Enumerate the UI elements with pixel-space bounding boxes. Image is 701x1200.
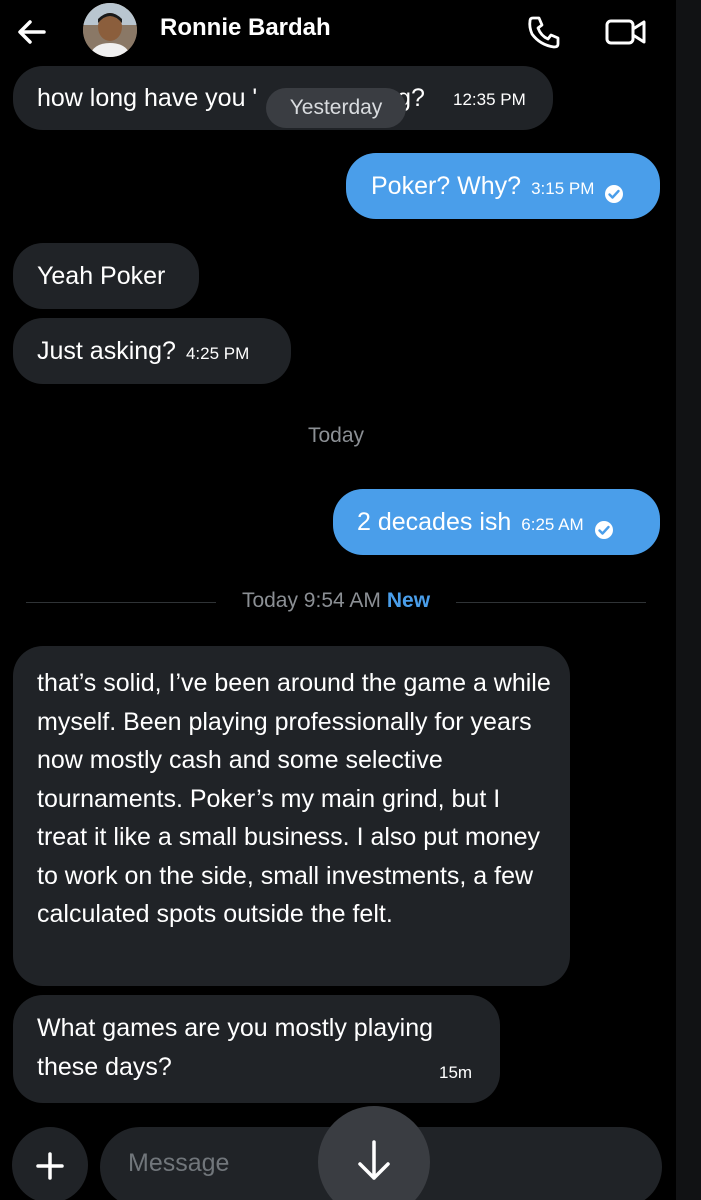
message-text: Just asking? bbox=[37, 337, 176, 365]
message-bubble-incoming[interactable]: that’s solid, I’ve been around the game … bbox=[13, 646, 570, 986]
arrow-down-icon bbox=[358, 1140, 390, 1180]
add-attachment-button[interactable] bbox=[12, 1127, 88, 1200]
message-bubble-incoming[interactable]: What games are you mostly playing these … bbox=[13, 995, 500, 1103]
message-timestamp: 3:15 PM bbox=[531, 179, 595, 198]
plus-icon bbox=[36, 1152, 64, 1180]
date-separator: Today bbox=[307, 424, 365, 447]
divider-timestamp: Today 9:54 AM bbox=[241, 589, 381, 612]
date-pill: Yesterday bbox=[266, 88, 406, 128]
message-bubble-outgoing[interactable]: Poker? Why? 3:15 PM bbox=[346, 153, 660, 219]
message-text: 2 decades ish bbox=[357, 508, 512, 536]
message-text: Poker? Why? bbox=[371, 172, 522, 200]
message-text: What games are you mostly playing these … bbox=[37, 1014, 434, 1081]
message-text: that’s solid, I’ve been around the game … bbox=[37, 669, 551, 928]
avatar[interactable] bbox=[83, 3, 137, 57]
message-timestamp: 12:35 PM bbox=[453, 90, 526, 109]
chat-header: Ronnie Bardah bbox=[0, 0, 701, 62]
scroll-to-bottom-button[interactable] bbox=[318, 1106, 430, 1200]
message-timestamp: 15m bbox=[439, 1063, 473, 1082]
message-text: Yeah Poker bbox=[37, 262, 166, 290]
read-check-icon bbox=[594, 513, 614, 540]
scrollbar[interactable] bbox=[676, 0, 701, 1200]
arrow-left-icon[interactable] bbox=[14, 14, 50, 50]
message-bubble-outgoing[interactable]: 2 decades ish 6:25 AM bbox=[333, 489, 660, 555]
phone-icon[interactable] bbox=[525, 14, 563, 50]
message-bubble-incoming[interactable]: Yeah Poker bbox=[13, 243, 199, 309]
read-check-icon bbox=[604, 177, 624, 204]
new-badge: New bbox=[386, 589, 431, 612]
message-bubble-incoming[interactable]: Just asking? 4:25 PM bbox=[13, 318, 291, 384]
message-placeholder: Message bbox=[128, 1149, 230, 1177]
video-call-icon[interactable] bbox=[604, 16, 648, 48]
contact-name[interactable]: Ronnie Bardah bbox=[160, 14, 331, 42]
message-timestamp: 6:25 AM bbox=[521, 515, 584, 534]
message-timestamp: 4:25 PM bbox=[185, 344, 250, 363]
new-messages-label: Today 9:54 AM New bbox=[0, 589, 672, 613]
chat-screen: Ronnie Bardah how long have you ' ng? 12:… bbox=[0, 0, 701, 1200]
